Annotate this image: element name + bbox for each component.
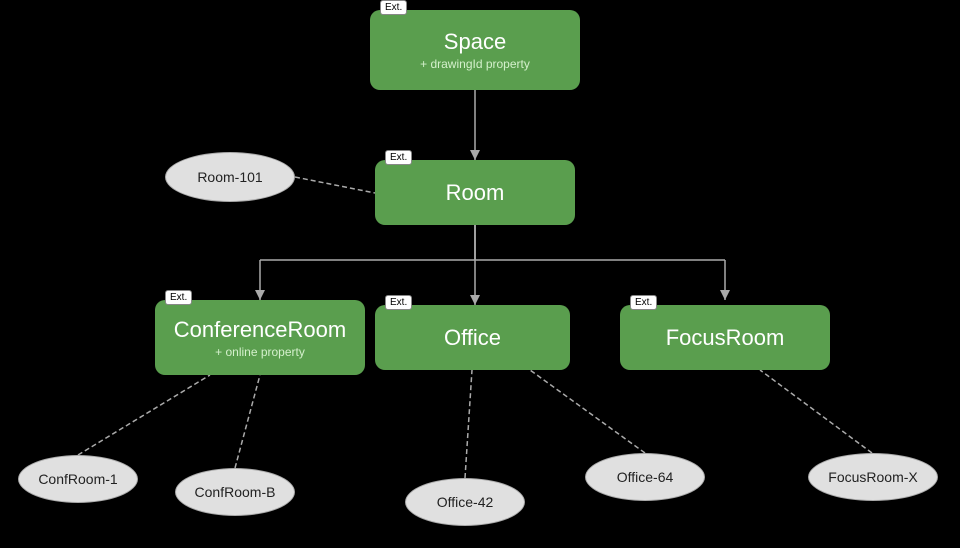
confroom1-label: ConfRoom-1 [38, 471, 117, 487]
room101-instance: Room-101 [165, 152, 295, 202]
conferenceroom-ext-badge: Ext. [165, 290, 192, 305]
space-class-label: Space [444, 29, 506, 55]
confroomB-label: ConfRoom-B [195, 484, 276, 500]
conferenceroom-class-subtitle: + online property [215, 345, 305, 359]
focusroomX-label: FocusRoom-X [828, 469, 917, 485]
office42-instance: Office-42 [405, 478, 525, 526]
focusroom-class-label: FocusRoom [666, 325, 785, 351]
room-ext-badge: Ext. [385, 150, 412, 165]
office-class-label: Office [444, 325, 501, 351]
room-class-label: Room [446, 180, 505, 206]
room101-label: Room-101 [197, 169, 262, 185]
office64-instance: Office-64 [585, 453, 705, 501]
office-ext-badge: Ext. [385, 295, 412, 310]
confroom1-instance: ConfRoom-1 [18, 455, 138, 503]
room-class-box: Ext. Room [375, 160, 575, 225]
space-class-subtitle: + drawingId property [420, 57, 530, 71]
office-class-box: Ext. Office [375, 305, 570, 370]
conferenceroom-class-box: Ext. ConferenceRoom + online property [155, 300, 365, 375]
space-class-box: Ext. Space + drawingId property [370, 10, 580, 90]
focusroomX-instance: FocusRoom-X [808, 453, 938, 501]
focusroom-class-box: Ext. FocusRoom [620, 305, 830, 370]
confroomB-instance: ConfRoom-B [175, 468, 295, 516]
office64-label: Office-64 [617, 469, 674, 485]
focusroom-ext-badge: Ext. [630, 295, 657, 310]
office42-label: Office-42 [437, 494, 494, 510]
space-ext-badge: Ext. [380, 0, 407, 15]
conferenceroom-class-label: ConferenceRoom [174, 317, 346, 343]
